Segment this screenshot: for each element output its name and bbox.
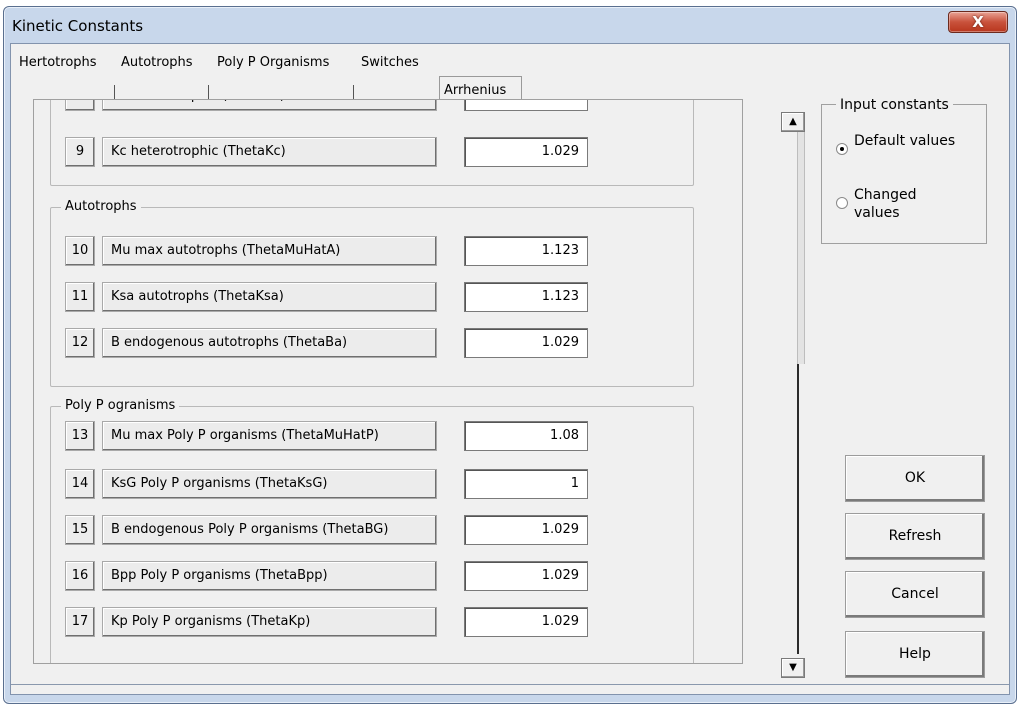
row-value-field[interactable]: 1.029 — [464, 515, 588, 545]
row-num-button[interactable]: 13 — [65, 421, 95, 451]
input-constants-group: Input constants Default values Changed v… — [821, 96, 987, 244]
row-label-button[interactable]: Kp Poly P organisms (ThetaKp) — [102, 607, 437, 637]
input-constants-legend: Input constants — [836, 96, 953, 114]
scroll-up-button[interactable]: ▲ — [781, 112, 805, 132]
vertical-scrollbar[interactable]: ▲ ▼ — [779, 104, 807, 684]
default-values-radio[interactable] — [836, 143, 848, 155]
row-value-field[interactable]: 1.029 — [464, 561, 588, 591]
row-label-button[interactable]: Mu max Poly P organisms (ThetaMuHatP) — [102, 421, 437, 451]
row-value-field[interactable]: 1.029 — [464, 100, 588, 111]
row-label-button[interactable]: Ks heterotrophic (ThetaKs) — [102, 100, 437, 111]
default-values-label: Default values — [854, 133, 956, 149]
ok-button[interactable]: OK — [845, 455, 985, 502]
row-label-button[interactable]: Mu max autotrophs (ThetaMuHatA) — [102, 236, 437, 266]
row-value-field[interactable]: 1 — [464, 469, 588, 499]
row-label-button[interactable]: Bpp Poly P organisms (ThetaBpp) — [102, 561, 437, 591]
group-autotrophs: Autotrophs 10 Mu max autotrophs (ThetaMu… — [50, 199, 694, 387]
row-num-button[interactable]: 16 — [65, 561, 95, 591]
arrhenius-panel: 8 Ks heterotrophic (ThetaKs) 1.029 9 Kc … — [33, 99, 743, 664]
group-label: Autotrophs — [61, 199, 141, 215]
row-label-button[interactable]: B endogenous autotrophs (ThetaBa) — [102, 328, 437, 358]
row-num-button[interactable]: 15 — [65, 515, 95, 545]
row-value-field[interactable]: 1.029 — [464, 607, 588, 637]
changed-values-label: Changed values — [854, 187, 917, 221]
close-button[interactable]: X — [948, 11, 1008, 33]
row-label-button[interactable]: Ksa autotrophs (ThetaKsa) — [102, 282, 437, 312]
group-poly-p-organisms: Poly P ogranisms 13 Mu max Poly P organi… — [50, 398, 694, 663]
cancel-button[interactable]: Cancel — [845, 571, 985, 618]
row-label-button[interactable]: KsG Poly P organisms (ThetaKsG) — [102, 469, 437, 499]
row-label-button[interactable]: Kc heterotrophic (ThetaKc) — [102, 137, 437, 167]
row-num-button[interactable]: 14 — [65, 469, 95, 499]
bottom-divider — [11, 684, 1009, 685]
row-value-field[interactable]: 1.08 — [464, 421, 588, 451]
row-value-field[interactable]: 1.029 — [464, 137, 588, 167]
arrow-up-icon: ▲ — [789, 116, 797, 127]
changed-values-radio[interactable] — [836, 197, 848, 209]
row-value-field[interactable]: 1.029 — [464, 328, 588, 358]
row-label-button[interactable]: B endogenous Poly P organisms (ThetaBG) — [102, 515, 437, 545]
tab-poly-p-organisms[interactable]: Poly P Organisms — [217, 52, 329, 74]
row-num-button[interactable]: 17 — [65, 607, 95, 637]
scroll-thumb[interactable] — [797, 132, 805, 364]
tab-switches[interactable]: Switches — [361, 52, 419, 74]
group-heterotrophs: 8 Ks heterotrophic (ThetaKs) 1.029 9 Kc … — [50, 100, 694, 186]
row-num-button[interactable]: 10 — [65, 236, 95, 266]
tab-hertotrophs[interactable]: Hertotrophs — [19, 52, 97, 74]
dialog-window: Kinetic Constants X Hertotrophs Autotrop… — [3, 6, 1017, 704]
row-num-button[interactable]: 12 — [65, 328, 95, 358]
dialog-client-area: Hertotrophs Autotrophs Poly P Organisms … — [10, 43, 1010, 695]
row-value-field[interactable]: 1.123 — [464, 282, 588, 312]
row-num-button[interactable]: 8 — [65, 100, 95, 111]
scroll-down-button[interactable]: ▼ — [781, 658, 805, 678]
title-bar: Kinetic Constants X — [4, 7, 1016, 43]
group-label: Poly P ogranisms — [61, 398, 180, 414]
refresh-button[interactable]: Refresh — [845, 513, 985, 560]
row-value-field[interactable]: 1.123 — [464, 236, 588, 266]
row-num-button[interactable]: 9 — [65, 137, 95, 167]
scroll-track-line — [797, 364, 799, 654]
help-button[interactable]: Help — [845, 631, 985, 678]
tab-autotrophs[interactable]: Autotrophs — [121, 52, 193, 74]
window-title: Kinetic Constants — [12, 17, 144, 35]
row-num-button[interactable]: 11 — [65, 282, 95, 312]
tab-arrhenius-label: Arrhenius — [444, 83, 507, 98]
close-icon: X — [972, 13, 984, 31]
arrow-down-icon: ▼ — [789, 662, 797, 673]
